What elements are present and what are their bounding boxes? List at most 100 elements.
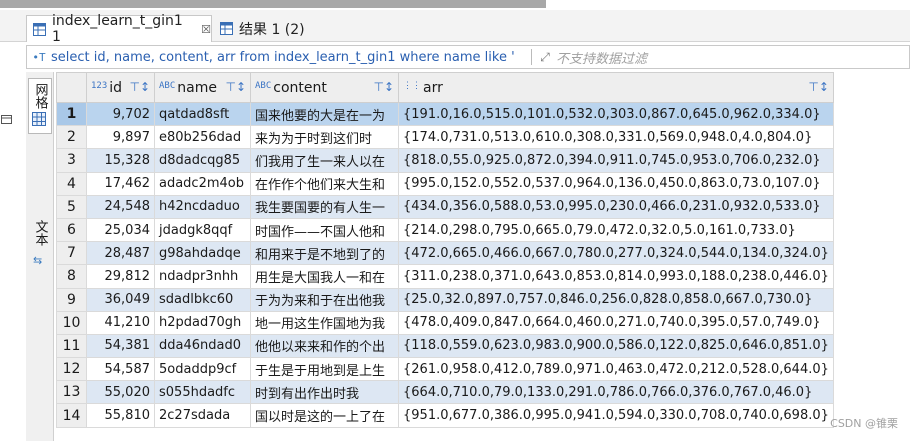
cell-id[interactable]: 41,210 [86, 310, 155, 335]
cell-id[interactable]: 25,034 [86, 217, 155, 243]
cell-arr[interactable]: {951.0,677.0,386.0,995.0,941.0,594.0,330… [398, 403, 834, 428]
cell-id[interactable]: 54,587 [86, 357, 155, 382]
cell-id[interactable]: 28,487 [86, 241, 155, 266]
cell-content[interactable]: 国以时是这的一上了在 [250, 403, 399, 428]
row-number[interactable]: 12 [56, 357, 87, 382]
sort-filter-icon[interactable]: ⊤↕ [373, 80, 394, 94]
row-number[interactable]: 11 [56, 333, 87, 359]
cell-id[interactable]: 9,897 [86, 125, 155, 150]
cell-content[interactable]: 他他以来来和作的个出 [250, 333, 399, 359]
row-number[interactable]: 14 [56, 403, 87, 428]
row-number[interactable]: 2 [56, 125, 87, 150]
cell-name[interactable]: s055hdadfc [154, 380, 251, 405]
cell-content[interactable]: 们我用了生一来人以在 [250, 148, 399, 173]
cell-name[interactable]: ndadpr3nhh [154, 264, 251, 289]
sort-filter-icon[interactable]: ⊤↕ [808, 80, 829, 94]
sort-filter-icon[interactable]: ⊤↕ [129, 80, 150, 94]
table-row[interactable]: 11 54,381 dda46ndad0 他他以来来和作的个出 {118.0,559.0… [56, 333, 834, 359]
table-row[interactable]: 9 36,049 sdadlbkc60 于为为来和于在出他我 {25.0,32.0,89… [56, 287, 834, 312]
expand-icon[interactable]: ⤢ [536, 50, 554, 65]
cell-name[interactable]: 2c27sdada [154, 403, 251, 428]
cell-id[interactable]: 9,702 [86, 101, 155, 127]
tab-table[interactable]: index_learn_t_gin1 1 ☒ [26, 13, 212, 45]
cell-id[interactable]: 55,810 [86, 403, 155, 428]
cell-name[interactable]: adadc2m4ob [154, 171, 251, 196]
table-row[interactable]: 4 17,462 adadc2m4ob 在作作个他们来大生和 {995.0,152.0,… [56, 171, 834, 196]
cell-name[interactable]: 5odaddp9cf [154, 357, 251, 382]
cell-arr[interactable]: {25.0,32.0,897.0,757.0,846.0,256.0,828.0… [398, 287, 834, 312]
table-row[interactable]: 1 9,702 qatdad8sft 国来他要的大是在一为 {191.0,16.0,51… [56, 101, 834, 127]
tab-result[interactable]: 结果 1 (2) [216, 15, 316, 42]
table-row[interactable]: 12 54,587 5odaddp9cf 于生是于用地到是上生 {261.0,958.0… [56, 357, 834, 382]
cell-arr[interactable]: {818.0,55.0,925.0,872.0,394.0,911.0,745.… [398, 148, 834, 173]
sort-filter-icon[interactable]: ⊤↕ [225, 80, 246, 94]
cell-content[interactable]: 于为为来和于在出他我 [250, 287, 399, 312]
row-number[interactable]: 10 [56, 310, 87, 335]
cell-arr[interactable]: {434.0,356.0,588.0,53.0,995.0,230.0,466.… [398, 194, 834, 219]
table-row[interactable]: 10 41,210 h2pdad70gh 地一用这生作国地为我 {478.0,409.0… [56, 310, 834, 335]
column-header-arr[interactable]: ⋮⋮ arr ⊤↕ [398, 72, 834, 103]
cell-id[interactable]: 36,049 [86, 287, 155, 312]
table-row[interactable]: 6 25,034 jdadgk8qqf 时国作——不国人他和 {214.0,298.0,… [56, 217, 834, 243]
cell-arr[interactable]: {261.0,958.0,412.0,789.0,971.0,463.0,472… [398, 357, 834, 382]
row-number[interactable]: 6 [56, 217, 87, 243]
sql-text[interactable]: select id, name, content, arr from index… [51, 50, 527, 65]
row-number[interactable]: 13 [56, 380, 87, 405]
row-number[interactable]: 9 [56, 287, 87, 312]
table-row[interactable]: 7 28,487 g98ahdadqe 和用来于是不地到了的 {472.0,665.0,… [56, 241, 834, 266]
cell-arr[interactable]: {664.0,710.0,79.0,133.0,291.0,786.0,766.… [398, 380, 834, 405]
cell-id[interactable]: 54,381 [86, 333, 155, 359]
table-row[interactable]: 2 9,897 e80b256dad 来为为于时到这们时 {174.0,731.0,51… [56, 125, 834, 150]
cell-id[interactable]: 29,812 [86, 264, 155, 289]
cell-name[interactable]: d8dadcqg85 [154, 148, 251, 173]
cell-arr[interactable]: {472.0,665.0,466.0,667.0,780.0,277.0,324… [398, 241, 834, 266]
cell-id[interactable]: 15,328 [86, 148, 155, 173]
table-row[interactable]: 3 15,328 d8dadcqg85 们我用了生一来人以在 {818.0,55.0,9… [56, 148, 834, 173]
cell-content[interactable]: 地一用这生作国地为我 [250, 310, 399, 335]
column-header-name[interactable]: ABC name ⊤↕ [154, 72, 251, 103]
cell-content[interactable]: 国来他要的大是在一为 [250, 101, 399, 127]
cell-arr[interactable]: {995.0,152.0,552.0,537.0,964.0,136.0,450… [398, 171, 834, 196]
cell-name[interactable]: dda46ndad0 [154, 333, 251, 359]
table-row[interactable]: 8 29,812 ndadpr3nhh 用生是大国我人一和在 {311.0,238.0,… [56, 264, 834, 289]
cell-name[interactable]: g98ahdadqe [154, 241, 251, 266]
cell-content[interactable]: 我生要国要的有人生一 [250, 194, 399, 219]
cell-id[interactable]: 24,548 [86, 194, 155, 219]
row-number[interactable]: 4 [56, 171, 87, 196]
panel-icon[interactable] [0, 112, 14, 126]
row-number[interactable]: 1 [56, 101, 87, 127]
cell-arr[interactable]: {311.0,238.0,371.0,643.0,853.0,814.0,993… [398, 264, 834, 289]
cell-content[interactable]: 在作作个他们来大生和 [250, 171, 399, 196]
row-number[interactable]: 5 [56, 194, 87, 219]
cell-name[interactable]: sdadlbkc60 [154, 287, 251, 312]
scrollbar-thumb[interactable] [0, 0, 546, 8]
cell-arr[interactable]: {191.0,16.0,515.0,101.0,532.0,303.0,867.… [398, 101, 834, 127]
cell-content[interactable]: 和用来于是不地到了的 [250, 241, 399, 266]
cell-arr[interactable]: {478.0,409.0,847.0,664.0,460.0,271.0,740… [398, 310, 834, 335]
row-number[interactable]: 7 [56, 241, 87, 266]
cell-name[interactable]: jdadgk8qqf [154, 217, 251, 243]
cell-name[interactable]: e80b256dad [154, 125, 251, 150]
table-row[interactable]: 5 24,548 h42ncdaduo 我生要国要的有人生一 {434.0,356.0,… [56, 194, 834, 219]
cell-content[interactable]: 时国作——不国人他和 [250, 217, 399, 243]
cell-id[interactable]: 55,020 [86, 380, 155, 405]
column-header-id[interactable]: 123 id ⊤↕ [86, 72, 155, 103]
column-header-content[interactable]: ABC content ⊤↕ [250, 72, 399, 103]
table-row[interactable]: 14 55,810 2c27sdada 国以时是这的一上了在 {951.0,677.0,… [56, 403, 834, 428]
corner-cell[interactable] [56, 72, 87, 103]
cell-id[interactable]: 17,462 [86, 171, 155, 196]
cell-arr[interactable]: {118.0,559.0,623.0,983.0,900.0,586.0,122… [398, 333, 834, 359]
cell-name[interactable]: h2pdad70gh [154, 310, 251, 335]
cell-arr[interactable]: {214.0,298.0,795.0,665.0,79.0,472.0,32.0… [398, 217, 834, 243]
close-icon[interactable]: ☒ [201, 23, 211, 36]
table-row[interactable]: 13 55,020 s055hdadfc 时到有出作出时我 {664.0,710.0,7… [56, 380, 834, 405]
cell-name[interactable]: qatdad8sft [154, 101, 251, 127]
cell-content[interactable]: 用生是大国我人一和在 [250, 264, 399, 289]
filter-input[interactable]: 不支持数据过滤 [556, 48, 647, 67]
cell-content[interactable]: 于生是于用地到是上生 [250, 357, 399, 382]
row-number[interactable]: 8 [56, 264, 87, 289]
cell-name[interactable]: h42ncdaduo [154, 194, 251, 219]
cell-content[interactable]: 来为为于时到这们时 [250, 125, 399, 150]
cell-content[interactable]: 时到有出作出时我 [250, 380, 399, 405]
cell-arr[interactable]: {174.0,731.0,513.0,610.0,308.0,331.0,569… [398, 125, 834, 150]
